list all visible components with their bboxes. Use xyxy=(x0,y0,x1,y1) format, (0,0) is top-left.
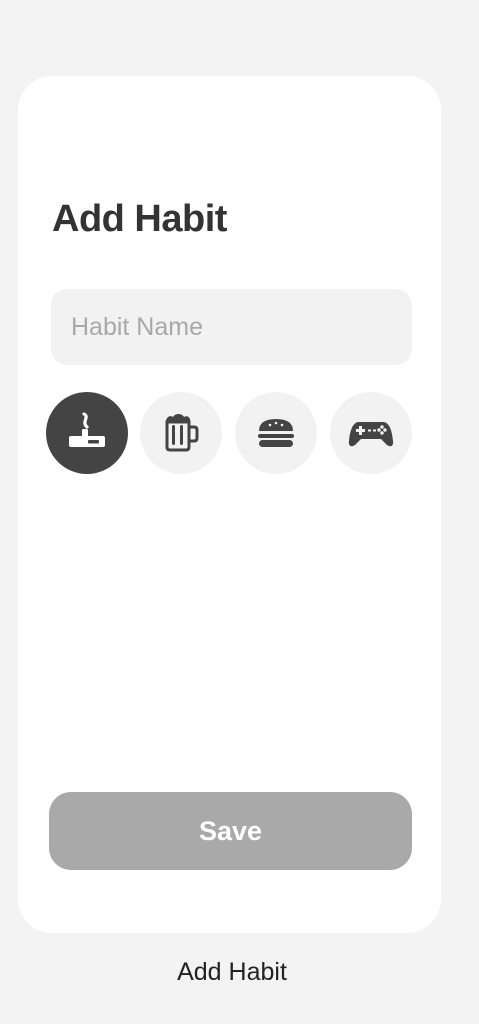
habit-icon-option-drinking[interactable] xyxy=(140,392,222,474)
habit-name-input[interactable] xyxy=(51,289,412,365)
habit-icon-option-fast-food[interactable] xyxy=(235,392,317,474)
add-habit-card: Add Habit Habit Name Save xyxy=(18,76,441,933)
cigarette-icon xyxy=(69,412,105,447)
beer-mug-icon xyxy=(165,414,199,452)
burger-icon xyxy=(258,419,294,447)
screen-caption: Add Habit xyxy=(177,958,287,986)
save-button[interactable]: Save xyxy=(49,792,412,870)
gamepad-icon xyxy=(348,422,394,447)
habit-icon-option-smoking[interactable] xyxy=(46,392,128,474)
habit-icon-option-gaming[interactable] xyxy=(330,392,412,474)
habit-icon-picker xyxy=(46,392,414,476)
page-title: Add Habit xyxy=(52,198,227,240)
